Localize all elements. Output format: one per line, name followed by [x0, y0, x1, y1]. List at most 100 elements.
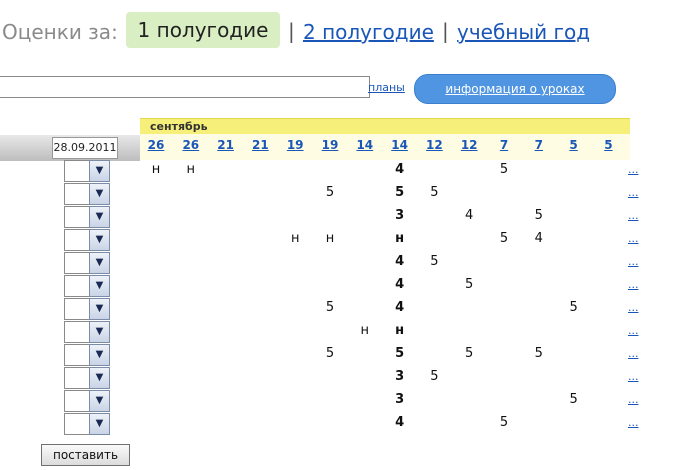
lesson-date[interactable]: 26 [174, 138, 208, 152]
grade-select[interactable] [64, 183, 90, 205]
chevron-down-icon[interactable]: ▼ [89, 390, 110, 412]
chevron-down-icon[interactable]: ▼ [89, 413, 110, 435]
row-more-link[interactable]: ... [628, 255, 639, 268]
grade-cell[interactable]: 5 [417, 254, 451, 269]
grade-cell[interactable]: 5 [522, 346, 556, 361]
grade-cell[interactable]: н [383, 231, 417, 246]
row-more-link[interactable]: ... [628, 324, 639, 337]
grade-cell[interactable]: 4 [383, 254, 417, 269]
row-more-link[interactable]: ... [628, 186, 639, 199]
grade-cell[interactable]: 5 [487, 415, 521, 430]
row-more-link[interactable]: ... [628, 232, 639, 245]
grade-cell[interactable]: 5 [487, 231, 521, 246]
grade-cell[interactable]: 4 [383, 415, 417, 430]
grade-select[interactable] [64, 275, 90, 297]
chevron-down-icon[interactable]: ▼ [89, 298, 110, 320]
lesson-info-button[interactable]: информация о уроках [414, 74, 616, 104]
row-more-link[interactable]: ... [628, 370, 639, 383]
month-label: сентябрь [150, 120, 208, 133]
lesson-date[interactable]: 14 [348, 138, 382, 152]
grade-cell[interactable]: 3 [383, 369, 417, 384]
grade-cell[interactable]: 5 [383, 346, 417, 361]
row-more-link[interactable]: ... [628, 163, 639, 176]
grade-cell[interactable]: 3 [383, 392, 417, 407]
grade-cell[interactable]: 5 [522, 208, 556, 223]
grade-select[interactable] [64, 252, 90, 274]
chevron-down-icon[interactable]: ▼ [89, 229, 110, 251]
grade-select[interactable] [64, 367, 90, 389]
tab-school-year[interactable]: учебный год [457, 20, 590, 44]
row-more-link[interactable]: ... [628, 301, 639, 314]
grade-cell[interactable]: 4 [383, 300, 417, 315]
separator: | [288, 19, 295, 43]
lesson-date[interactable]: 7 [487, 138, 521, 152]
chevron-down-icon[interactable]: ▼ [89, 344, 110, 366]
grade-cell[interactable]: н [139, 162, 173, 177]
date-field[interactable]: 28.09.2011 [52, 137, 118, 159]
grade-select[interactable] [64, 413, 90, 435]
grade-cell[interactable]: 5 [557, 300, 591, 315]
grade-cell[interactable]: 3 [383, 208, 417, 223]
submit-grades-button[interactable]: поставить [41, 444, 130, 466]
lesson-date[interactable]: 12 [452, 138, 486, 152]
grade-select[interactable] [64, 229, 90, 251]
chevron-down-icon[interactable]: ▼ [89, 160, 110, 182]
grade-cell[interactable]: 4 [383, 277, 417, 292]
chevron-down-icon[interactable]: ▼ [89, 275, 110, 297]
grade-cell[interactable]: н [278, 231, 312, 246]
grade-cell[interactable]: 4 [522, 231, 556, 246]
tab-second-half[interactable]: 2 полугодие [303, 20, 434, 44]
lesson-date[interactable]: 5 [591, 138, 625, 152]
lesson-date[interactable]: 21 [209, 138, 243, 152]
lesson-date[interactable]: 7 [522, 138, 556, 152]
grade-cell[interactable]: н [313, 231, 347, 246]
topic-input[interactable] [0, 76, 370, 98]
month-header: сентябрь [140, 118, 630, 135]
grade-cell[interactable]: н [348, 323, 382, 338]
grade-select[interactable] [64, 298, 90, 320]
lesson-date[interactable]: 14 [383, 138, 417, 152]
grade-cell[interactable]: 5 [417, 185, 451, 200]
chevron-down-icon[interactable]: ▼ [89, 367, 110, 389]
row-more-link[interactable]: ... [628, 416, 639, 429]
tab-first-half[interactable]: 1 полугодие [126, 12, 280, 48]
lesson-date[interactable]: 19 [278, 138, 312, 152]
grade-cell[interactable]: н [383, 323, 417, 338]
grade-cell[interactable]: 5 [313, 185, 347, 200]
grade-cell[interactable]: 5 [313, 300, 347, 315]
grade-cell[interactable]: 5 [557, 392, 591, 407]
row-more-link[interactable]: ... [628, 393, 639, 406]
lesson-date[interactable]: 21 [243, 138, 277, 152]
chevron-down-icon[interactable]: ▼ [89, 206, 110, 228]
lesson-date[interactable]: 19 [313, 138, 347, 152]
grade-cell[interactable]: 5 [383, 185, 417, 200]
grade-select[interactable] [64, 206, 90, 228]
chevron-down-icon[interactable]: ▼ [89, 321, 110, 343]
row-more-link[interactable]: ... [628, 278, 639, 291]
row-more-link[interactable]: ... [628, 209, 639, 222]
lesson-date[interactable]: 12 [417, 138, 451, 152]
grade-select[interactable] [64, 344, 90, 366]
student-row: ▼ н н н 5 4... [0, 228, 690, 251]
grade-select[interactable] [64, 321, 90, 343]
student-row: ▼ 3 5... [0, 389, 690, 412]
grade-cell[interactable]: 5 [452, 277, 486, 292]
lesson-date[interactable]: 5 [557, 138, 591, 152]
student-row: ▼ 4 5... [0, 274, 690, 297]
row-more-link[interactable]: ... [628, 347, 639, 360]
chevron-down-icon[interactable]: ▼ [89, 183, 110, 205]
grade-cell[interactable]: н [174, 162, 208, 177]
grade-select[interactable] [64, 160, 90, 182]
grade-cell[interactable]: 5 [452, 346, 486, 361]
plans-link[interactable]: планы [368, 81, 405, 94]
grade-cell[interactable]: 4 [452, 208, 486, 223]
grade-cell[interactable]: 5 [313, 346, 347, 361]
student-row: ▼ 4 5... [0, 412, 690, 435]
grade-cell[interactable]: 5 [487, 162, 521, 177]
student-row: ▼ 5 5 5 5... [0, 343, 690, 366]
grade-cell[interactable]: 4 [383, 162, 417, 177]
lesson-date[interactable]: 26 [139, 138, 173, 152]
grade-cell[interactable]: 5 [417, 369, 451, 384]
chevron-down-icon[interactable]: ▼ [89, 252, 110, 274]
grade-select[interactable] [64, 390, 90, 412]
